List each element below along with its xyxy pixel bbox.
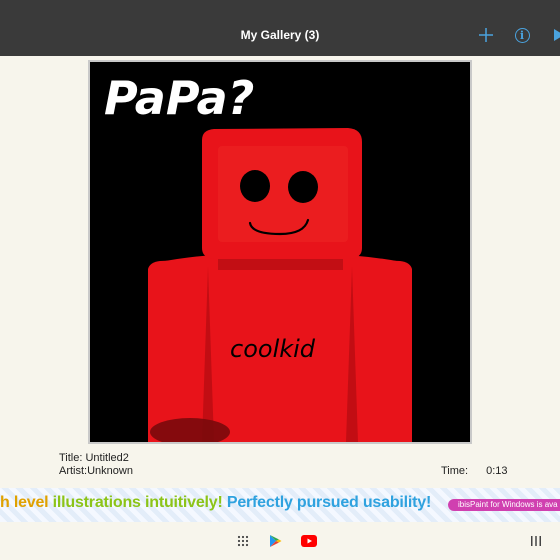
- youtube-icon[interactable]: [301, 534, 317, 548]
- ad-banner[interactable]: h level illustrations intuitively! Perfe…: [0, 488, 560, 522]
- ad-slogan: h level illustrations intuitively! Perfe…: [0, 494, 431, 512]
- apps-grid-icon[interactable]: [235, 534, 251, 548]
- top-bar: My Gallery (3) i: [0, 0, 560, 56]
- artwork-title: Title: Untitled2: [59, 452, 129, 464]
- play-icon[interactable]: [548, 24, 560, 46]
- system-nav-bar: [0, 522, 560, 560]
- artwork-time: Time: 0:13: [441, 465, 508, 477]
- shirt-text: coolkid: [230, 335, 316, 363]
- right-eye: [288, 171, 318, 203]
- artwork-drawing: PaPa? coolkid: [90, 62, 470, 442]
- ad-slogan-part3: intuitively!: [145, 494, 223, 511]
- ad-slogan-part4: Perfectly pursued usability!: [226, 494, 432, 511]
- info-icon[interactable]: i: [511, 24, 533, 46]
- time-label: Time:: [441, 465, 469, 477]
- ad-pill-label[interactable]: ibisPaint for Windows is ava: [448, 499, 560, 511]
- time-value: 0:13: [486, 465, 508, 477]
- caption-text: PaPa?: [104, 71, 254, 125]
- play-store-icon[interactable]: [267, 534, 283, 548]
- ad-slogan-part2: illustrations: [52, 494, 141, 511]
- ad-slogan-part1: h level: [0, 494, 49, 511]
- recents-icon[interactable]: [528, 534, 544, 548]
- left-eye: [240, 170, 270, 202]
- artwork-canvas[interactable]: PaPa? coolkid: [88, 60, 472, 444]
- artwork-artist: Artist:Unknown: [59, 465, 133, 477]
- add-icon[interactable]: [475, 24, 497, 46]
